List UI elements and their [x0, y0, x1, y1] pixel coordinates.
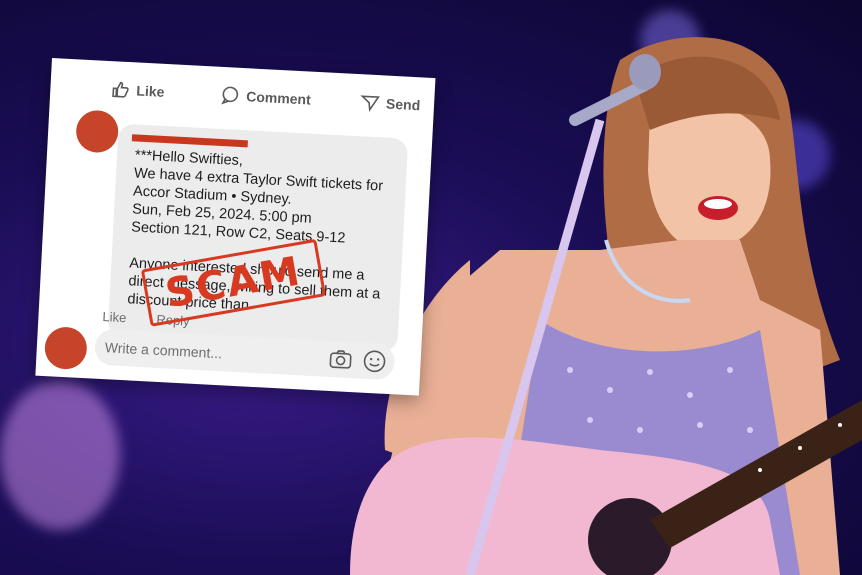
poster-avatar[interactable] [75, 109, 120, 154]
commenter-avatar [43, 326, 88, 371]
send-arrow-icon [360, 95, 380, 112]
camera-icon[interactable] [328, 347, 353, 372]
send-action[interactable]: Send [360, 92, 421, 115]
comment-bubble-icon [221, 86, 239, 105]
like-action[interactable]: Like [110, 79, 165, 102]
comment-placeholder: Write a comment... [104, 339, 223, 362]
comment-action[interactable]: Comment [220, 85, 311, 110]
send-label: Send [385, 95, 421, 114]
like-label: Like [135, 82, 165, 100]
like-comment-link[interactable]: Like [102, 309, 127, 325]
emoji-icon[interactable] [362, 349, 387, 374]
comment-label: Comment [245, 88, 312, 108]
thumbs-up-icon [112, 81, 129, 98]
social-post-screenshot: Like Comment Send ***Hello Swifties, We … [35, 58, 436, 396]
redacted-author-name [131, 134, 248, 148]
